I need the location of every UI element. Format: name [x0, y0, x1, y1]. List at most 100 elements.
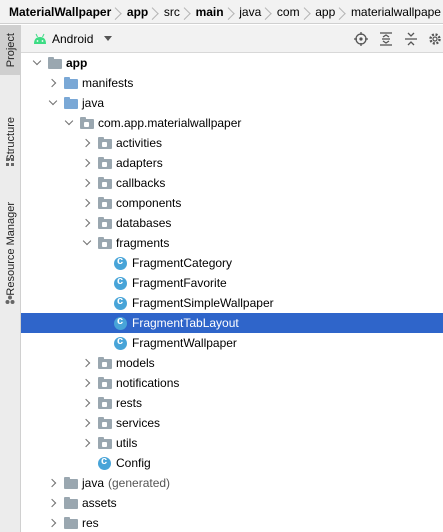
- tree-row[interactable]: app: [21, 53, 443, 73]
- view-mode-dropdown[interactable]: Android: [33, 25, 113, 53]
- package-folder-icon: [98, 416, 114, 430]
- tree-row[interactable]: databases: [21, 213, 443, 233]
- tree-item-label: java: [82, 476, 105, 490]
- expand-all-icon[interactable]: [378, 31, 394, 47]
- package-folder-icon: [98, 136, 114, 150]
- resource-manager-tab-label: Resource Manager: [4, 202, 17, 296]
- tree-row[interactable]: Config: [21, 453, 443, 473]
- project-tool-tab[interactable]: Project: [0, 25, 21, 75]
- project-tree: app manifests java com.app.materialwallpape…: [21, 53, 443, 532]
- class-icon: [98, 455, 111, 470]
- resource-manager-tool-tab[interactable]: Resource Manager: [0, 185, 21, 313]
- tree-item-label: notifications: [116, 376, 180, 390]
- package-folder-icon: [98, 176, 114, 190]
- tree-item-label: FragmentTabLayout: [132, 316, 239, 330]
- breadcrumb-item[interactable]: MaterialWallpaper: [7, 5, 113, 19]
- tree-item-label: Config: [116, 456, 151, 470]
- tree-row[interactable]: models: [21, 353, 443, 373]
- breadcrumb-item[interactable]: materialwallpape: [349, 5, 443, 19]
- breadcrumb-item[interactable]: main: [194, 5, 226, 19]
- tree-row[interactable]: services: [21, 413, 443, 433]
- tree-item-label: manifests: [82, 76, 134, 90]
- chevron-right-icon[interactable]: [82, 398, 92, 408]
- chevron-right-icon[interactable]: [82, 178, 92, 188]
- chevron-right-icon[interactable]: [82, 158, 92, 168]
- tree-row[interactable]: activities: [21, 133, 443, 153]
- project-tab-label: Project: [4, 32, 17, 68]
- target-icon[interactable]: [353, 31, 369, 47]
- android-icon: [34, 33, 46, 44]
- gear-icon[interactable]: [427, 31, 443, 47]
- tree-item-label: FragmentSimpleWallpaper: [132, 296, 274, 310]
- tree-row[interactable]: utils: [21, 433, 443, 453]
- tree-row[interactable]: com.app.materialwallpaper: [21, 113, 443, 133]
- chevron-right-icon: [263, 0, 275, 23]
- tree-item-suffix: (generated): [108, 476, 171, 490]
- tree-item-label: adapters: [116, 156, 163, 170]
- chevron-down-icon[interactable]: [32, 58, 42, 68]
- package-folder-icon: [98, 236, 114, 250]
- package-folder-icon: [98, 436, 114, 450]
- view-mode-label: Android: [52, 31, 94, 46]
- resource-manager-icon: [5, 295, 15, 304]
- tree-row[interactable]: rests: [21, 393, 443, 413]
- chevron-down-icon[interactable]: [82, 238, 92, 248]
- structure-icon: [6, 158, 14, 166]
- chevron-right-icon[interactable]: [82, 378, 92, 388]
- class-icon: [114, 295, 127, 310]
- breadcrumb-item[interactable]: com: [275, 5, 302, 19]
- collapse-all-icon[interactable]: [403, 31, 419, 47]
- tool-window-strip: Project Structure Resource Manager: [0, 25, 21, 532]
- chevron-right-icon[interactable]: [48, 78, 58, 88]
- resource-folder-icon: [64, 496, 80, 510]
- tree-item-label: FragmentFavorite: [132, 276, 227, 290]
- chevron-right-icon[interactable]: [82, 218, 92, 228]
- chevron-down-icon[interactable]: [48, 98, 58, 108]
- tree-row[interactable]: java: [21, 93, 443, 113]
- chevron-down-icon: [104, 36, 113, 41]
- chevron-right-icon[interactable]: [48, 518, 58, 528]
- tree-row[interactable]: fragments: [21, 233, 443, 253]
- class-icon: [114, 255, 127, 270]
- package-folder-icon: [98, 396, 114, 410]
- tree-row[interactable]: callbacks: [21, 173, 443, 193]
- chevron-right-icon: [182, 0, 194, 23]
- tree-item-label: app: [66, 56, 88, 70]
- tree-row[interactable]: adapters: [21, 153, 443, 173]
- resource-folder-icon: [64, 516, 80, 530]
- tree-row[interactable]: FragmentTabLayout: [21, 313, 443, 333]
- chevron-right-icon: [150, 0, 162, 23]
- chevron-right-icon[interactable]: [82, 358, 92, 368]
- tree-row[interactable]: FragmentSimpleWallpaper: [21, 293, 443, 313]
- tree-row[interactable]: java (generated): [21, 473, 443, 493]
- chevron-right-icon[interactable]: [82, 418, 92, 428]
- chevron-right-icon: [226, 0, 238, 23]
- tree-row[interactable]: FragmentFavorite: [21, 273, 443, 293]
- tree-row[interactable]: res: [21, 513, 443, 532]
- chevron-right-icon[interactable]: [82, 138, 92, 148]
- project-panel-toolbar: Android: [21, 25, 443, 53]
- tree-row[interactable]: assets: [21, 493, 443, 513]
- chevron-right-icon: [337, 0, 349, 23]
- package-folder-icon: [98, 376, 114, 390]
- tree-row[interactable]: notifications: [21, 373, 443, 393]
- tree-item-label: assets: [82, 496, 117, 510]
- chevron-down-icon[interactable]: [64, 118, 74, 128]
- tree-row[interactable]: FragmentCategory: [21, 253, 443, 273]
- tree-row[interactable]: FragmentWallpaper: [21, 333, 443, 353]
- chevron-right-icon[interactable]: [48, 498, 58, 508]
- chevron-right-icon[interactable]: [82, 198, 92, 208]
- tree-item-label: services: [116, 416, 161, 430]
- tree-item-label: callbacks: [116, 176, 166, 190]
- chevron-right-icon[interactable]: [82, 438, 92, 448]
- folder-icon: [64, 76, 80, 90]
- chevron-right-icon: [302, 0, 314, 23]
- tree-item-label: fragments: [116, 236, 170, 250]
- package-folder-icon: [98, 216, 114, 230]
- tree-row[interactable]: manifests: [21, 73, 443, 93]
- tree-item-label: models: [116, 356, 155, 370]
- structure-tab-label: Structure: [4, 116, 17, 162]
- package-folder-icon: [98, 196, 114, 210]
- tree-row[interactable]: components: [21, 193, 443, 213]
- chevron-right-icon[interactable]: [48, 478, 58, 488]
